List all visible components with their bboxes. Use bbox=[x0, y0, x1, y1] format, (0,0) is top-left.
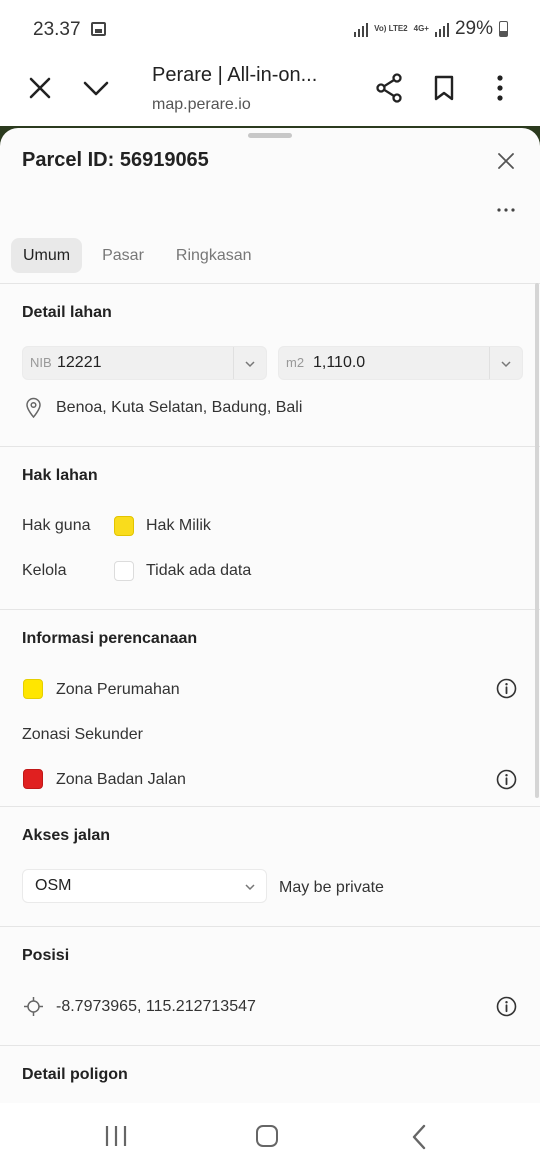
gallery-notification-icon bbox=[91, 22, 106, 36]
browser-toolbar: Perare | All-in-on... map.perare.io bbox=[0, 58, 540, 126]
divider bbox=[0, 609, 540, 610]
more-horizontal-icon[interactable] bbox=[496, 206, 516, 214]
chevron-down-icon bbox=[501, 361, 511, 368]
coordinates-text: -8.7973965, 115.212713547 bbox=[56, 998, 256, 1015]
section-title-perencanaan: Informasi perencanaan bbox=[22, 630, 198, 647]
status-time: 23.37 bbox=[33, 19, 81, 40]
parcel-sheet: Parcel ID: 56919065 Umum Pasar Ringkasan… bbox=[0, 128, 540, 1103]
scrollbar[interactable] bbox=[535, 283, 539, 798]
zonasi-sekunder-label: Zonasi Sekunder bbox=[22, 726, 143, 743]
kelola-value: Tidak ada data bbox=[146, 562, 252, 579]
area-prefix: m2 bbox=[286, 355, 305, 370]
tab-umum[interactable]: Umum bbox=[11, 238, 83, 273]
more-vertical-icon[interactable] bbox=[490, 75, 510, 101]
hak-milik-swatch bbox=[114, 516, 134, 536]
location-pin-icon bbox=[26, 397, 41, 418]
page-title: Perare | All-in-on... bbox=[152, 64, 318, 86]
drag-handle[interactable] bbox=[248, 133, 292, 138]
area-value: 1,110.0 bbox=[313, 354, 366, 371]
section-title-hak-lahan: Hak lahan bbox=[22, 467, 98, 484]
signal-icon bbox=[354, 21, 369, 37]
nib-value: 12221 bbox=[57, 354, 102, 371]
battery-percent: 29% bbox=[454, 18, 493, 39]
chevron-down-icon bbox=[245, 884, 255, 891]
akses-source-select[interactable]: OSM bbox=[22, 869, 267, 903]
page-url[interactable]: map.perare.io bbox=[152, 96, 251, 114]
kelola-label: Kelola bbox=[22, 562, 67, 579]
divider bbox=[0, 806, 540, 807]
divider bbox=[0, 926, 540, 927]
area-select[interactable]: m2 1,110.0 bbox=[278, 346, 523, 380]
close-icon[interactable] bbox=[497, 152, 515, 170]
home-icon[interactable] bbox=[256, 1125, 278, 1147]
network-4g-label: 4G+ bbox=[413, 24, 429, 33]
tab-pasar[interactable]: Pasar bbox=[90, 238, 156, 273]
system-navigation-bar bbox=[0, 1103, 540, 1170]
network-label-1: Vo) LTE2 bbox=[374, 24, 408, 33]
network-type-label: Vo) LTE2 bbox=[374, 25, 407, 33]
nib-prefix: NIB bbox=[30, 355, 52, 370]
select-separator bbox=[489, 347, 490, 379]
divider bbox=[0, 1045, 540, 1046]
location-text: Benoa, Kuta Selatan, Badung, Bali bbox=[56, 399, 303, 416]
back-icon[interactable] bbox=[410, 1124, 428, 1150]
crosshair-icon bbox=[24, 997, 43, 1016]
status-indicators: Vo) LTE2 4G+ 29% bbox=[354, 18, 508, 40]
chevron-down-icon[interactable] bbox=[83, 78, 109, 98]
chevron-down-icon bbox=[245, 361, 255, 368]
nib-select[interactable]: NIB 12221 bbox=[22, 346, 267, 380]
select-separator bbox=[233, 347, 234, 379]
kelola-swatch bbox=[114, 561, 134, 581]
status-bar: 23.37 Vo) LTE2 4G+ 29% bbox=[0, 0, 540, 58]
parcel-title: Parcel ID: 56919065 bbox=[22, 149, 209, 171]
hak-guna-label: Hak guna bbox=[22, 517, 91, 534]
zona-badan-jalan-swatch bbox=[23, 769, 43, 789]
section-title-posisi: Posisi bbox=[22, 947, 70, 964]
section-title-detail-lahan: Detail lahan bbox=[22, 304, 112, 321]
akses-note: May be private bbox=[279, 879, 384, 896]
akses-source-value: OSM bbox=[35, 877, 72, 894]
info-icon[interactable] bbox=[496, 678, 517, 699]
signal-icon-2 bbox=[434, 21, 449, 37]
bookmark-icon[interactable] bbox=[433, 75, 455, 101]
divider bbox=[0, 283, 540, 284]
info-icon[interactable] bbox=[496, 996, 517, 1017]
close-icon[interactable] bbox=[28, 76, 52, 100]
battery-icon bbox=[499, 21, 508, 37]
hak-guna-value: Hak Milik bbox=[146, 517, 211, 534]
zona-perumahan-label: Zona Perumahan bbox=[56, 681, 180, 698]
zona-badan-jalan-label: Zona Badan Jalan bbox=[56, 771, 186, 788]
section-title-akses-jalan: Akses jalan bbox=[22, 827, 111, 844]
share-icon[interactable] bbox=[375, 73, 403, 103]
recent-apps-icon[interactable] bbox=[104, 1125, 128, 1147]
info-icon[interactable] bbox=[496, 769, 517, 790]
tab-bar: Umum Pasar Ringkasan bbox=[11, 238, 264, 273]
tab-ringkasan[interactable]: Ringkasan bbox=[164, 238, 264, 273]
divider bbox=[0, 446, 540, 447]
zona-perumahan-swatch bbox=[23, 679, 43, 699]
section-title-detail-poligon: Detail poligon bbox=[22, 1066, 128, 1083]
